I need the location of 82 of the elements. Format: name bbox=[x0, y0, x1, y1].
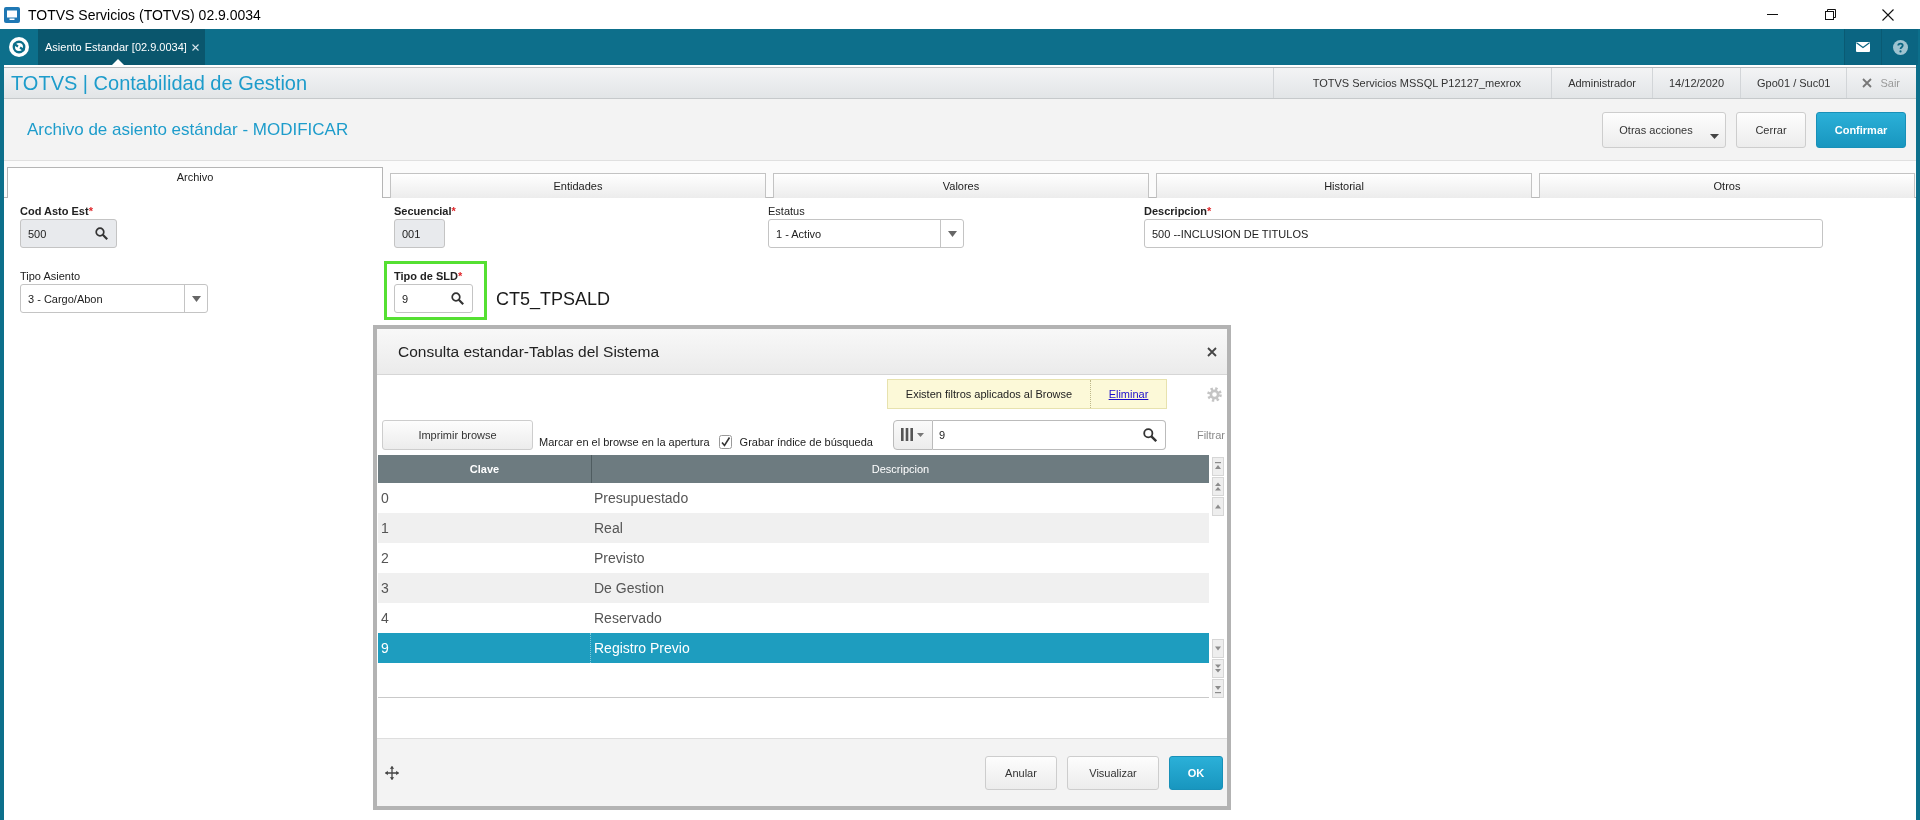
column-selector-button[interactable] bbox=[892, 419, 933, 450]
form-tab[interactable]: Entidades bbox=[390, 173, 766, 198]
field-label: Secuencial* bbox=[394, 204, 456, 218]
search-icon[interactable] bbox=[1142, 427, 1157, 442]
window-title: TOTVS Servicios (TOTVS) 02.9.0034 bbox=[28, 6, 261, 23]
table-row[interactable]: 3 De Gestion bbox=[378, 573, 1209, 603]
table-cell: 0 bbox=[381, 490, 389, 506]
close-icon bbox=[1862, 78, 1873, 88]
scroll-down-icon[interactable] bbox=[1211, 639, 1224, 658]
other-actions-button[interactable]: Otras acciones bbox=[1602, 111, 1726, 148]
help-button[interactable] bbox=[1881, 29, 1918, 65]
app-icon bbox=[4, 6, 20, 23]
caret-icon bbox=[917, 432, 925, 437]
table-row[interactable]: 2 Previsto bbox=[378, 543, 1209, 573]
dropdown-field[interactable]: 1 - Activo bbox=[768, 219, 964, 248]
scroll-up-icon[interactable] bbox=[1211, 497, 1224, 516]
field-label: Estatus bbox=[768, 204, 805, 218]
close-icon bbox=[1882, 8, 1894, 21]
page-up-icon[interactable] bbox=[1211, 477, 1224, 496]
cancel-button[interactable]: Anular bbox=[985, 755, 1057, 790]
table-cell: De Gestion bbox=[594, 580, 665, 596]
table-cell: Previsto bbox=[594, 550, 645, 566]
restore-icon bbox=[1824, 9, 1836, 20]
field-label: Descripcion* bbox=[1144, 204, 1212, 218]
column-header[interactable]: Clave bbox=[378, 455, 592, 483]
lookup-field[interactable]: 9 bbox=[394, 284, 473, 313]
app-tab[interactable]: Asiento Estandar [02.9.0034] bbox=[38, 29, 205, 65]
scroll-to-bottom-icon[interactable] bbox=[1211, 679, 1224, 698]
notice-text: Existen filtros aplicados al Browse bbox=[905, 388, 1073, 400]
view-button[interactable]: Visualizar bbox=[1067, 755, 1159, 790]
close-icon[interactable] bbox=[1207, 346, 1217, 357]
table-cell: Registro Previo bbox=[594, 640, 690, 656]
field-label: Tipo de SLD* bbox=[394, 269, 463, 283]
caret-icon bbox=[947, 230, 957, 237]
table-cell: 9 bbox=[381, 640, 389, 656]
checkbox[interactable] bbox=[718, 435, 732, 449]
form-tab[interactable]: Historial bbox=[1156, 173, 1532, 198]
date-label: 14/12/2020 bbox=[1669, 77, 1725, 89]
search-field[interactable]: 9 bbox=[932, 419, 1166, 450]
remove-filter-link[interactable]: Eliminar bbox=[1108, 388, 1149, 400]
form-tab[interactable]: Archivo bbox=[7, 167, 383, 198]
checkbox-label: Grabar índice de búsqueda bbox=[739, 436, 873, 448]
page-down-icon[interactable] bbox=[1211, 659, 1224, 678]
close-button[interactable]: Cerrar bbox=[1736, 111, 1806, 148]
caret-icon bbox=[191, 295, 201, 302]
mail-button[interactable] bbox=[1844, 29, 1881, 65]
app-title: TOTVS | Contabilidad de Gestion bbox=[11, 71, 308, 95]
form-tab[interactable]: Valores bbox=[773, 173, 1149, 198]
filter-button[interactable]: Filtrar bbox=[1196, 428, 1226, 441]
table-cell: Reservado bbox=[594, 610, 662, 626]
field-label: Tipo Asiento bbox=[20, 269, 81, 283]
caret-icon bbox=[1710, 133, 1719, 139]
columns-icon bbox=[901, 428, 914, 441]
minimize-icon bbox=[1766, 14, 1778, 15]
user-label: Administrador bbox=[1568, 77, 1636, 89]
dropdown-field[interactable]: 3 - Cargo/Abon bbox=[20, 284, 208, 313]
page-title: Archivo de asiento estándar - MODIFICAR bbox=[27, 119, 349, 140]
table-cell: 3 bbox=[381, 580, 389, 596]
table-row[interactable]: 0 Presupuestado bbox=[378, 483, 1209, 513]
field-label: Cod Asto Est* bbox=[20, 204, 93, 218]
logo-icon[interactable] bbox=[8, 36, 30, 58]
move-icon[interactable] bbox=[385, 765, 399, 780]
help-icon bbox=[1892, 39, 1908, 55]
form-tab[interactable]: Otros bbox=[1539, 173, 1915, 198]
table-cell: 2 bbox=[381, 550, 389, 566]
table-cell: 1 bbox=[381, 520, 389, 536]
search-icon[interactable] bbox=[451, 292, 464, 305]
text-field[interactable]: 500 --INCLUSION DE TITULOS bbox=[1144, 219, 1823, 248]
table-cell: Real bbox=[594, 520, 623, 536]
mail-icon bbox=[1856, 42, 1870, 52]
table-row[interactable]: 4 Reservado bbox=[378, 603, 1209, 633]
table-cell: Presupuestado bbox=[594, 490, 689, 506]
table-cell: 4 bbox=[381, 610, 389, 626]
option-label: Marcar en el browse en la apertura bbox=[539, 436, 710, 448]
annotation-label: CT5_TPSALD bbox=[496, 289, 611, 309]
branch-label: Gpo01 / Suc01 bbox=[1757, 77, 1831, 89]
dialog-title: Consulta estandar-Tablas del Sistema bbox=[398, 342, 660, 361]
environment-label: TOTVS Servicios MSSQL P12127_mexrox bbox=[1312, 77, 1522, 89]
table-row[interactable]: 1 Real bbox=[378, 513, 1209, 543]
scroll-to-top-icon[interactable] bbox=[1211, 457, 1224, 476]
print-button[interactable]: Imprimir browse bbox=[382, 419, 533, 450]
column-header[interactable]: Descripcion bbox=[592, 455, 1209, 483]
